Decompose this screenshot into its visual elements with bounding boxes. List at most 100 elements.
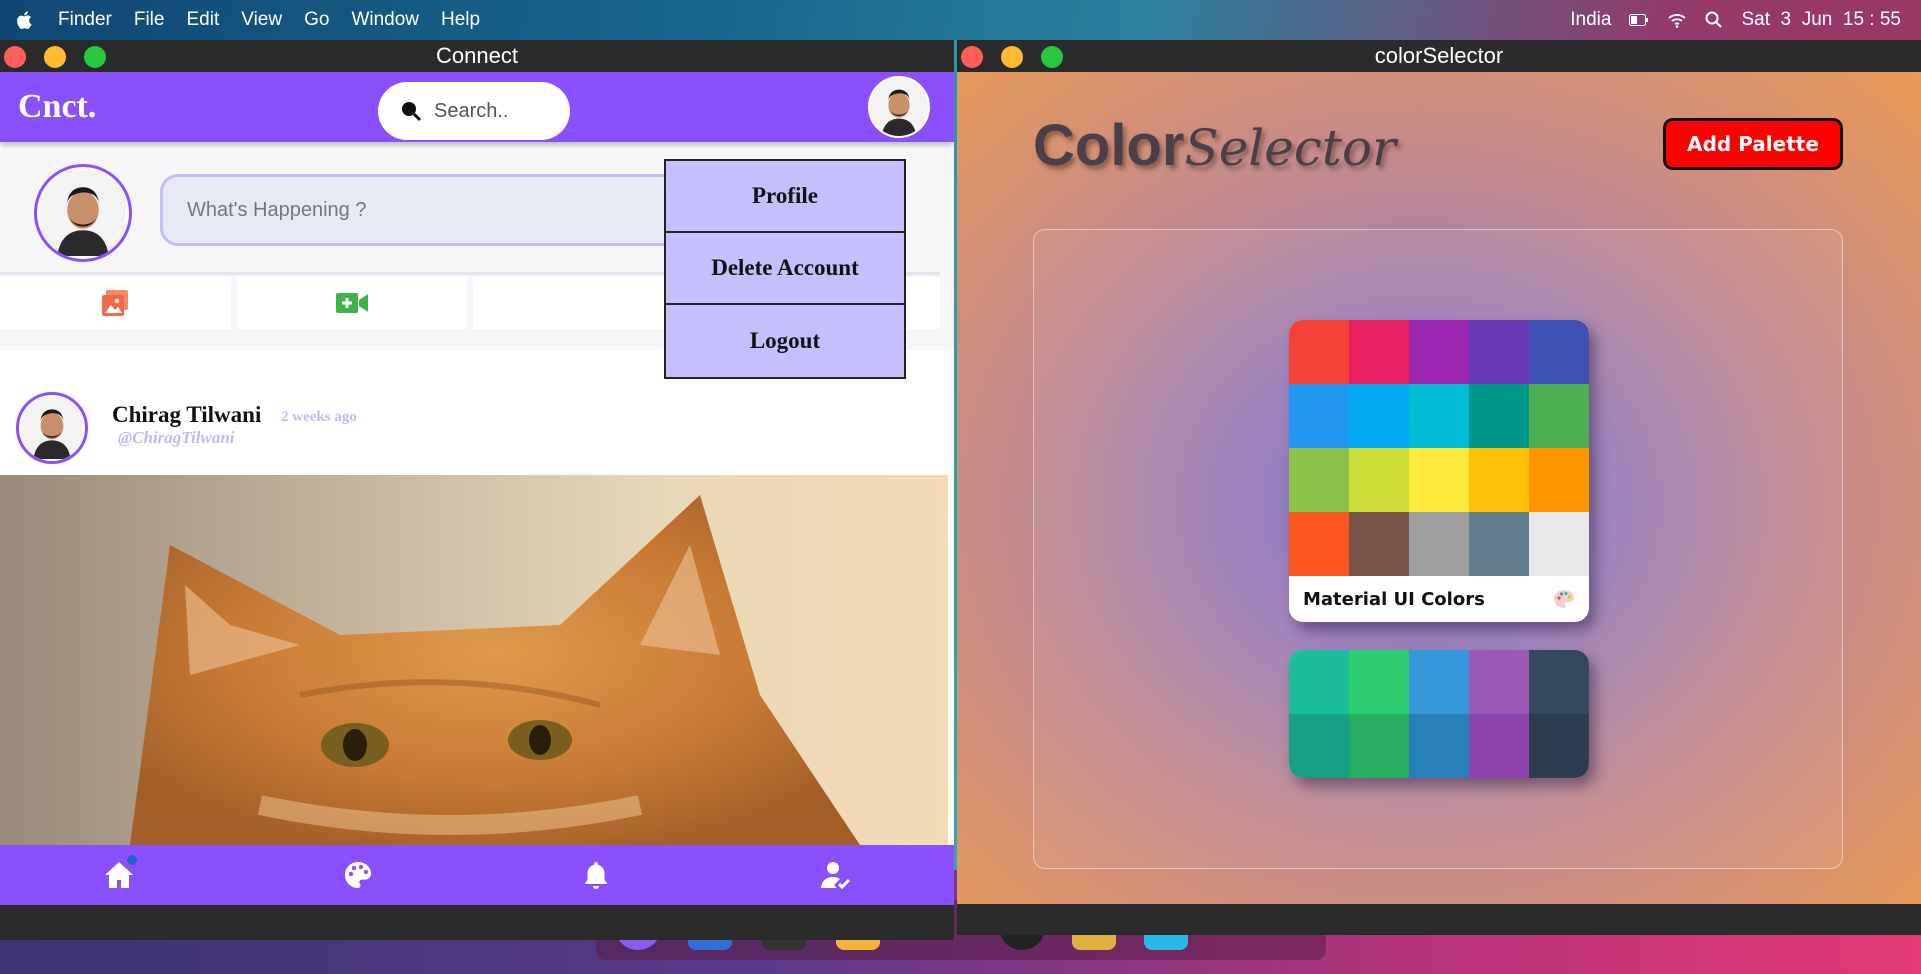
input-source[interactable]: India	[1570, 9, 1611, 31]
profile-menu-item[interactable]: Profile	[666, 161, 904, 233]
menu-window[interactable]: Window	[351, 9, 419, 31]
avatar-image	[21, 397, 83, 459]
color-swatch[interactable]	[1529, 448, 1589, 512]
color-swatch[interactable]	[1409, 714, 1469, 778]
color-swatch[interactable]	[1349, 714, 1409, 778]
color-swatch[interactable]	[1529, 714, 1589, 778]
color-swatch[interactable]	[1469, 512, 1529, 576]
zoom-button[interactable]	[1041, 46, 1063, 68]
close-button[interactable]	[4, 46, 26, 68]
close-button[interactable]	[961, 46, 983, 68]
menu-finder[interactable]: Finder	[58, 9, 112, 31]
post-author-name[interactable]: Chirag Tilwani	[112, 402, 261, 428]
palette-card[interactable]	[1289, 650, 1589, 778]
window-title: colorSelector	[1374, 43, 1504, 68]
delete-account-menu-item[interactable]: Delete Account	[666, 233, 904, 305]
color-swatch[interactable]	[1529, 384, 1589, 448]
profile-avatar[interactable]	[868, 76, 930, 138]
composer-avatar[interactable]	[34, 164, 132, 262]
color-swatch[interactable]	[1409, 512, 1469, 576]
app-title-color: Color	[1033, 113, 1185, 178]
connect-window-footer	[0, 905, 954, 940]
color-swatch[interactable]	[1289, 714, 1349, 778]
menu-view[interactable]: View	[241, 9, 282, 31]
app-title-selector: Selector	[1184, 119, 1396, 177]
menu-edit[interactable]: Edit	[186, 9, 219, 31]
whats-happening-input[interactable]: What's Happening ?	[160, 174, 720, 246]
battery-icon[interactable]	[1629, 14, 1649, 26]
menu-go[interactable]: Go	[304, 9, 329, 31]
color-swatch[interactable]	[1349, 320, 1409, 384]
post-author-handle[interactable]: @ChiragTilwani	[118, 428, 235, 448]
color-swatch[interactable]	[1349, 650, 1409, 714]
add-photo-button[interactable]	[0, 277, 231, 329]
color-swatch[interactable]	[1529, 512, 1589, 576]
color-swatch[interactable]	[1289, 320, 1349, 384]
user-icon	[820, 862, 850, 890]
color-swatch[interactable]	[1469, 384, 1529, 448]
color-swatch[interactable]	[1289, 448, 1349, 512]
video-plus-icon	[335, 293, 368, 313]
post-timestamp: 2 weeks ago	[281, 409, 357, 425]
palette-card[interactable]: Material UI Colors	[1289, 320, 1589, 622]
colorselector-titlebar[interactable]: colorSelector	[957, 40, 1921, 72]
logout-menu-item[interactable]: Logout	[666, 305, 904, 377]
color-swatch[interactable]	[1349, 512, 1409, 576]
colorselector-window: colorSelector ColorSelector Add Palette …	[957, 40, 1921, 935]
cat-photo	[0, 475, 948, 845]
avatar-image	[870, 78, 928, 136]
add-video-button[interactable]	[236, 277, 467, 329]
color-swatch[interactable]	[1469, 448, 1529, 512]
nav-profile[interactable]	[815, 855, 855, 895]
post-header: Chirag Tilwani 2 weeks ago @ChiragTilwan…	[0, 380, 954, 475]
color-swatch[interactable]	[1409, 650, 1469, 714]
nav-palette[interactable]	[338, 855, 378, 895]
search-icon	[402, 102, 422, 122]
palette-list[interactable]: Material UI Colors	[1033, 229, 1843, 869]
color-swatch[interactable]	[1409, 320, 1469, 384]
connect-titlebar[interactable]: Connect	[0, 40, 954, 72]
color-swatch[interactable]	[1469, 320, 1529, 384]
color-swatch[interactable]	[1529, 320, 1589, 384]
search-icon[interactable]	[1705, 11, 1723, 29]
search-box[interactable]	[378, 82, 570, 140]
nav-home[interactable]	[99, 855, 139, 895]
color-swatch[interactable]	[1409, 384, 1469, 448]
menu-bar: Finder File Edit View Go Window Help Ind…	[0, 0, 1921, 40]
bell-icon	[585, 862, 608, 889]
color-swatch[interactable]	[1289, 650, 1349, 714]
palette-name: Material UI Colors	[1303, 588, 1485, 610]
post-image-cat[interactable]	[0, 475, 948, 845]
colorselector-window-footer	[957, 904, 1921, 935]
post-author-avatar[interactable]	[16, 392, 88, 464]
minimize-button[interactable]	[44, 46, 66, 68]
color-swatch[interactable]	[1529, 650, 1589, 714]
profile-dropdown: Profile Delete Account Logout	[664, 159, 906, 379]
color-swatch[interactable]	[1349, 448, 1409, 512]
palette-swatch-grid	[1289, 650, 1589, 778]
app-logo[interactable]: Cnct.	[18, 88, 96, 126]
minimize-button[interactable]	[1001, 46, 1023, 68]
image-icon	[102, 290, 129, 316]
color-swatch[interactable]	[1349, 384, 1409, 448]
nav-notifications[interactable]	[576, 855, 616, 895]
zoom-button[interactable]	[84, 46, 106, 68]
apple-icon[interactable]	[14, 9, 36, 31]
menu-file[interactable]: File	[134, 9, 165, 31]
notification-dot	[127, 855, 138, 865]
add-palette-button[interactable]: Add Palette	[1663, 118, 1843, 170]
color-swatch[interactable]	[1409, 448, 1469, 512]
window-title: Connect	[436, 43, 518, 68]
color-swatch[interactable]	[1469, 650, 1529, 714]
search-input[interactable]	[434, 99, 564, 123]
menu-help[interactable]: Help	[441, 9, 480, 31]
palette-icon	[1554, 590, 1574, 608]
palette-icon	[344, 862, 371, 888]
color-swatch[interactable]	[1289, 512, 1349, 576]
bottom-nav	[0, 845, 954, 905]
wifi-icon[interactable]	[1667, 12, 1687, 28]
clock[interactable]: Sat 3 Jun 15 : 55	[1741, 9, 1901, 31]
color-swatch[interactable]	[1469, 714, 1529, 778]
color-swatch[interactable]	[1289, 384, 1349, 448]
palette-swatch-grid	[1289, 320, 1589, 576]
